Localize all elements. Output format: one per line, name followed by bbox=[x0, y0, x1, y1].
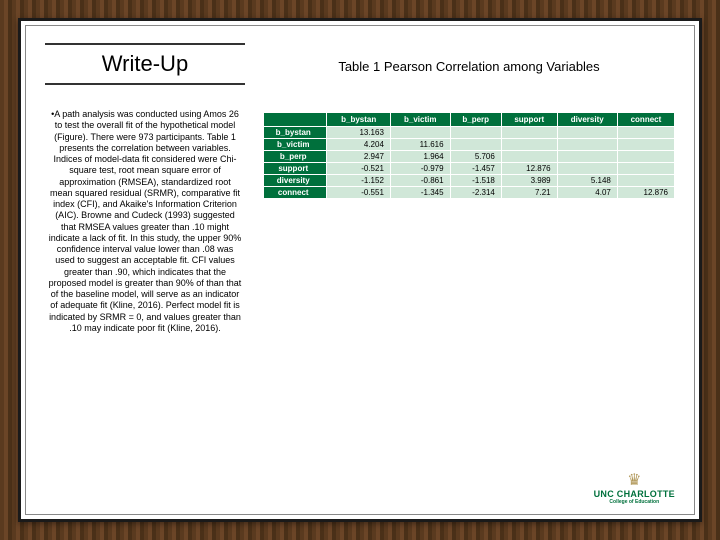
cell: 5.148 bbox=[557, 175, 617, 187]
right-column: Table 1 Pearson Correlation among Variab… bbox=[263, 49, 675, 499]
correlation-table: b_bystan b_victim b_perp support diversi… bbox=[263, 112, 675, 199]
cell: 2.947 bbox=[327, 151, 390, 163]
row-label: support bbox=[264, 163, 327, 175]
cell bbox=[501, 127, 557, 139]
cell: -0.979 bbox=[390, 163, 450, 175]
cell: -0.521 bbox=[327, 163, 390, 175]
table-row: b_perp2.9471.9645.706 bbox=[264, 151, 675, 163]
cell bbox=[557, 139, 617, 151]
left-column: Write-Up •A path analysis was conducted … bbox=[45, 49, 245, 499]
table-row: connect-0.551-1.345-2.3147.214.0712.876 bbox=[264, 187, 675, 199]
cell bbox=[557, 127, 617, 139]
row-label: b_bystan bbox=[264, 127, 327, 139]
logo-name: UNC CHARLOTTE bbox=[594, 489, 675, 499]
cell: 11.616 bbox=[390, 139, 450, 151]
cell bbox=[390, 127, 450, 139]
cell: -1.345 bbox=[390, 187, 450, 199]
cell: 13.163 bbox=[327, 127, 390, 139]
left-heading: Write-Up bbox=[45, 49, 245, 85]
cell bbox=[617, 151, 674, 163]
cell: 7.21 bbox=[501, 187, 557, 199]
table-row: support-0.521-0.979-1.45712.876 bbox=[264, 163, 675, 175]
cell: 1.964 bbox=[390, 151, 450, 163]
header-cell: b_victim bbox=[390, 113, 450, 127]
row-label: b_perp bbox=[264, 151, 327, 163]
cell: -2.314 bbox=[450, 187, 501, 199]
cell: -0.551 bbox=[327, 187, 390, 199]
cell bbox=[501, 151, 557, 163]
cell: 12.876 bbox=[501, 163, 557, 175]
header-cell: b_bystan bbox=[327, 113, 390, 127]
cell bbox=[617, 163, 674, 175]
cell bbox=[450, 139, 501, 151]
table-row: diversity-1.152-0.861-1.5183.9895.148 bbox=[264, 175, 675, 187]
cell bbox=[617, 127, 674, 139]
columns: Write-Up •A path analysis was conducted … bbox=[45, 49, 675, 499]
header-empty bbox=[264, 113, 327, 127]
cell bbox=[617, 175, 674, 187]
row-label: b_victim bbox=[264, 139, 327, 151]
crown-icon: ♛ bbox=[594, 473, 675, 489]
row-label: diversity bbox=[264, 175, 327, 187]
row-label: connect bbox=[264, 187, 327, 199]
header-cell: b_perp bbox=[450, 113, 501, 127]
cell bbox=[450, 127, 501, 139]
cell: -1.152 bbox=[327, 175, 390, 187]
cell: 3.989 bbox=[501, 175, 557, 187]
cell: 5.706 bbox=[450, 151, 501, 163]
table-title: Table 1 Pearson Correlation among Variab… bbox=[263, 59, 675, 74]
cell: 4.07 bbox=[557, 187, 617, 199]
cell: -0.861 bbox=[390, 175, 450, 187]
table-row: b_bystan13.163 bbox=[264, 127, 675, 139]
cell bbox=[501, 139, 557, 151]
cell: 4.204 bbox=[327, 139, 390, 151]
header-cell: diversity bbox=[557, 113, 617, 127]
cell: -1.518 bbox=[450, 175, 501, 187]
cell bbox=[557, 163, 617, 175]
brand-logo: ♛ UNC CHARLOTTE College of Education bbox=[594, 473, 675, 505]
table-header-row: b_bystan b_victim b_perp support diversi… bbox=[264, 113, 675, 127]
slide-frame: Write-Up •A path analysis was conducted … bbox=[18, 18, 702, 522]
body-paragraph: •A path analysis was conducted using Amo… bbox=[45, 109, 245, 334]
cell: 12.876 bbox=[617, 187, 674, 199]
cell bbox=[557, 151, 617, 163]
cell: -1.457 bbox=[450, 163, 501, 175]
table-body: b_bystan13.163 b_victim4.20411.616 b_per… bbox=[264, 127, 675, 199]
cell bbox=[617, 139, 674, 151]
header-cell: support bbox=[501, 113, 557, 127]
header-cell: connect bbox=[617, 113, 674, 127]
logo-subtitle: College of Education bbox=[594, 499, 675, 505]
table-row: b_victim4.20411.616 bbox=[264, 139, 675, 151]
